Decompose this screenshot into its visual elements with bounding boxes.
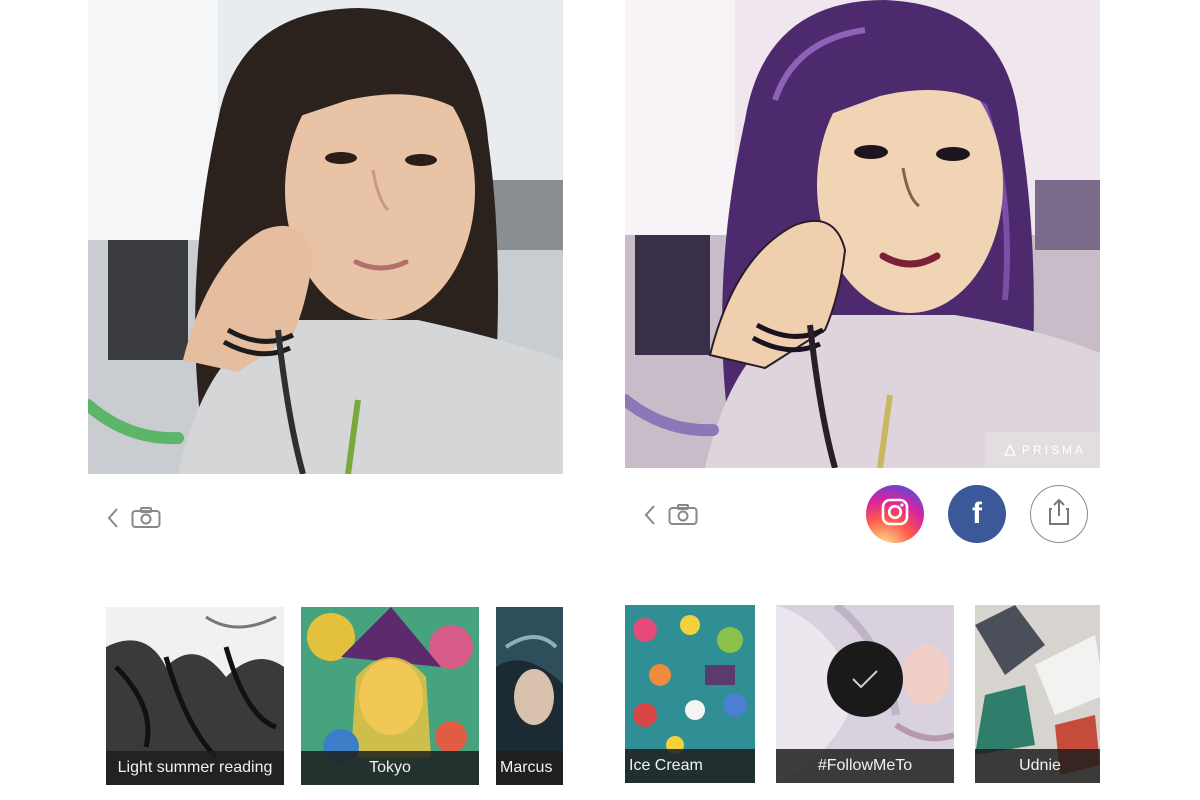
back-button[interactable]	[641, 504, 659, 531]
triangle-logo-icon	[1003, 444, 1016, 456]
instagram-icon	[880, 497, 910, 532]
photo-toolbar	[88, 490, 563, 550]
filter-strip[interactable]: Ice Cream #FollowMeTo Udnie	[625, 605, 1100, 783]
filter-strip[interactable]: Light summer reading Tokyo Marcus	[88, 607, 563, 785]
filter-ice-cream[interactable]: Ice Cream	[625, 605, 755, 783]
filter-light-summer-reading[interactable]: Light summer reading	[106, 607, 284, 785]
original-photo-screen: Light summer reading Tokyo Marcus	[88, 0, 563, 800]
prisma-watermark: PRISMA	[985, 432, 1100, 468]
share-button[interactable]	[1030, 485, 1088, 543]
filter-label: Tokyo	[301, 751, 479, 785]
watermark-text: PRISMA	[1021, 443, 1086, 457]
facebook-icon: f	[972, 497, 982, 530]
stylized-photo-screen: PRISMA f Ice Cream #FollowMeTo Udnie	[625, 0, 1100, 800]
chevron-left-icon	[643, 504, 657, 531]
checkmark-icon	[851, 669, 879, 689]
filter-followmeto[interactable]: #FollowMeTo	[776, 605, 954, 783]
facebook-share-button[interactable]: f	[948, 485, 1006, 543]
camera-icon	[131, 506, 161, 534]
selected-check	[827, 641, 903, 717]
camera-icon	[668, 503, 698, 531]
stylized-photo: PRISMA	[625, 0, 1100, 468]
camera-button[interactable]	[130, 506, 162, 534]
share-toolbar: f	[625, 485, 1100, 547]
back-button[interactable]	[104, 507, 122, 534]
chevron-left-icon	[106, 507, 120, 534]
filter-label: Light summer reading	[106, 751, 284, 785]
camera-button[interactable]	[667, 503, 699, 531]
filter-udnie[interactable]: Udnie	[975, 605, 1100, 783]
original-photo	[88, 0, 563, 474]
filter-label: Ice Cream	[625, 749, 755, 783]
filter-label: #FollowMeTo	[776, 749, 954, 783]
share-icon	[1048, 498, 1070, 531]
filter-label: Marcus	[496, 751, 563, 785]
instagram-share-button[interactable]	[866, 485, 924, 543]
filter-tokyo[interactable]: Tokyo	[301, 607, 479, 785]
filter-marcus[interactable]: Marcus	[496, 607, 563, 785]
filter-label: Udnie	[975, 749, 1100, 783]
